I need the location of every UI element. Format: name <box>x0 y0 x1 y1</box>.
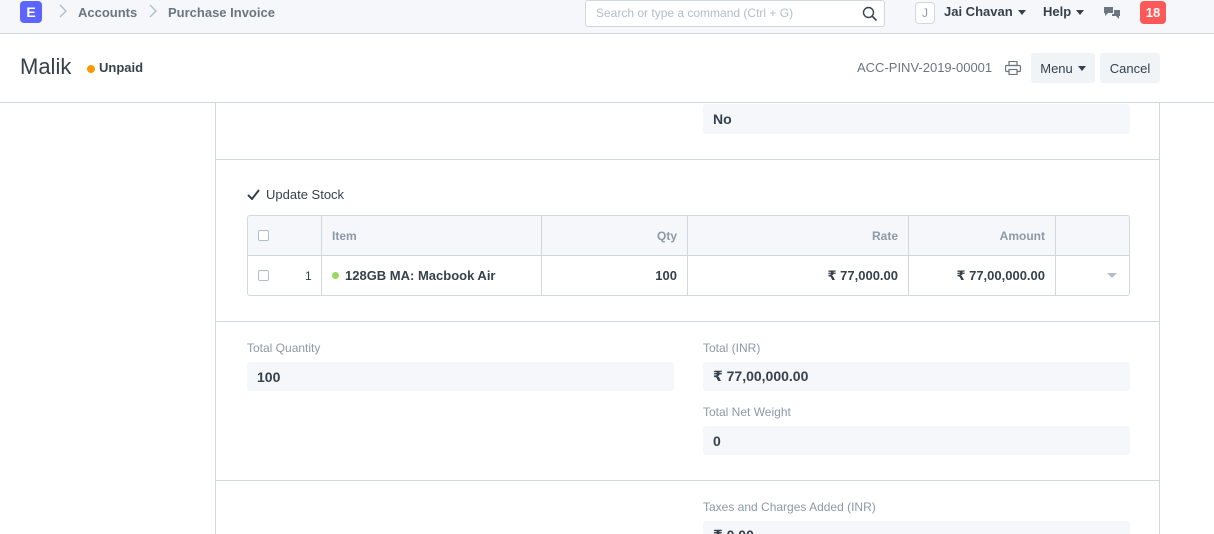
search-icon[interactable] <box>862 6 878 22</box>
column-header-actions <box>1056 216 1129 255</box>
status-indicator-dot <box>87 65 95 73</box>
total-net-weight-label: Total Net Weight <box>703 405 791 419</box>
caret-down-icon <box>1107 273 1117 278</box>
select-all-cell <box>248 216 322 255</box>
taxes-added-value[interactable]: ₹ 0.00 <box>703 521 1130 534</box>
app-logo[interactable]: E <box>20 1 42 23</box>
section-divider <box>216 159 1159 160</box>
total-label: Total (INR) <box>703 341 761 355</box>
update-stock-checkbox[interactable]: Update Stock <box>247 187 344 202</box>
notification-badge[interactable]: 18 <box>1140 1 1166 24</box>
chevron-right-icon <box>148 4 158 18</box>
form-layout: No Update Stock Item Qty Rate Amount 1 1… <box>215 103 1160 534</box>
qty-cell[interactable]: 100 <box>542 256 688 295</box>
breadcrumb-purchase-invoice[interactable]: Purchase Invoice <box>168 5 275 20</box>
rate-cell[interactable]: ₹ 77,000.00 <box>688 256 909 295</box>
avatar[interactable]: J <box>915 2 935 24</box>
awesome-bar <box>585 0 885 27</box>
page-head: Malik Unpaid ACC-PINV-2019-00001 Menu Ca… <box>0 35 1214 103</box>
item-cell[interactable]: 128GB MA: Macbook Air <box>322 256 542 295</box>
cancel-button[interactable]: Cancel <box>1100 53 1160 83</box>
row-edit-cell[interactable] <box>1056 256 1129 295</box>
checkmark-icon <box>247 189 260 200</box>
total-quantity-label: Total Quantity <box>247 341 321 355</box>
menu-button[interactable]: Menu <box>1031 53 1095 83</box>
chat-icon[interactable] <box>1103 5 1121 21</box>
caret-down-icon <box>1077 65 1086 71</box>
menu-button-label: Menu <box>1040 60 1073 76</box>
column-header-item: Item <box>322 216 542 255</box>
table-row[interactable]: 1 128GB MA: Macbook Air 100 ₹ 77,000.00 … <box>248 256 1129 295</box>
page-title: Malik <box>20 54 72 79</box>
section-divider <box>216 321 1159 322</box>
print-icon[interactable] <box>1005 60 1022 76</box>
caret-down-icon <box>1017 10 1026 16</box>
select-all-checkbox[interactable] <box>258 230 269 241</box>
item-status-dot <box>332 272 339 279</box>
total-value[interactable]: ₹ 77,00,000.00 <box>703 362 1130 391</box>
user-menu[interactable]: Jai Chavan <box>944 4 1026 19</box>
items-table: Item Qty Rate Amount 1 128GB MA: Macbook… <box>247 215 1130 296</box>
help-label: Help <box>1043 4 1072 19</box>
status-badge: Unpaid <box>99 60 144 75</box>
breadcrumb-accounts[interactable]: Accounts <box>78 5 137 20</box>
top-navbar: E Accounts Purchase Invoice J Jai Chavan… <box>0 0 1214 34</box>
table-header: Item Qty Rate Amount <box>248 216 1129 256</box>
chevron-right-icon <box>58 4 68 18</box>
update-stock-label: Update Stock <box>266 187 345 202</box>
amount-cell[interactable]: ₹ 77,00,000.00 <box>909 256 1056 295</box>
item-name: 128GB MA: Macbook Air <box>345 268 496 283</box>
row-checkbox[interactable] <box>258 270 269 281</box>
column-header-amount: Amount <box>909 216 1056 255</box>
row-select-cell: 1 <box>248 256 322 295</box>
document-name: ACC-PINV-2019-00001 <box>857 60 993 75</box>
caret-down-icon <box>1076 10 1085 16</box>
help-menu[interactable]: Help <box>1043 4 1085 19</box>
taxes-added-label: Taxes and Charges Added (INR) <box>703 500 876 514</box>
row-index: 1 <box>305 268 312 283</box>
total-net-weight-value[interactable]: 0 <box>703 426 1130 455</box>
user-name: Jai Chavan <box>944 4 1013 19</box>
column-header-rate: Rate <box>688 216 909 255</box>
search-input[interactable] <box>596 6 856 20</box>
section-divider <box>216 480 1159 481</box>
field-value-no[interactable]: No <box>703 104 1130 134</box>
column-header-qty: Qty <box>542 216 688 255</box>
total-quantity-value[interactable]: 100 <box>247 362 674 391</box>
